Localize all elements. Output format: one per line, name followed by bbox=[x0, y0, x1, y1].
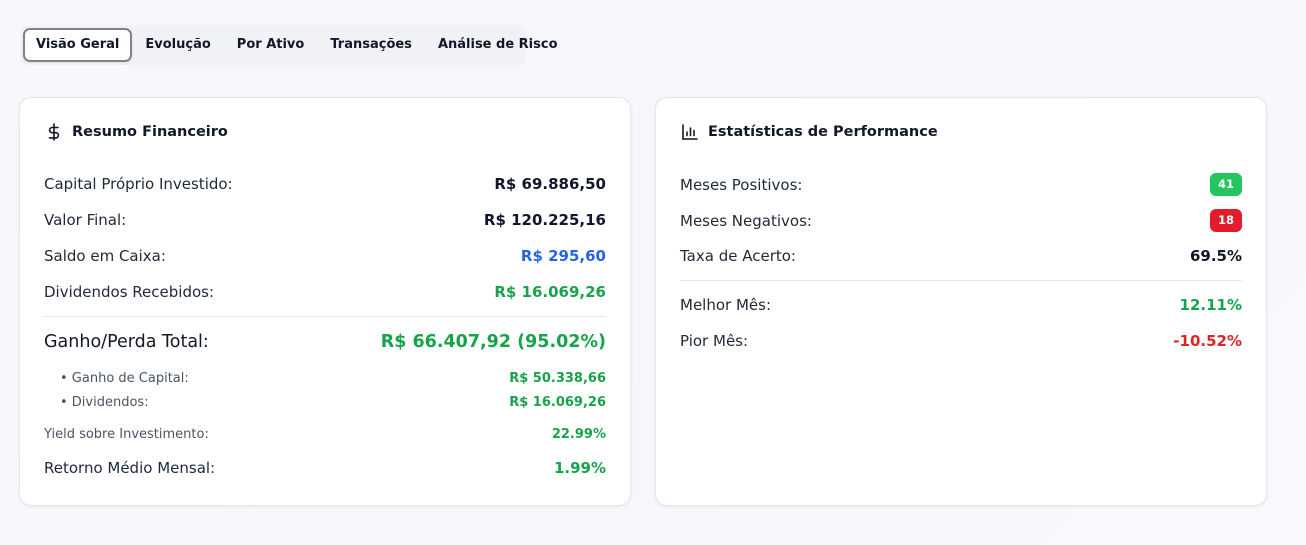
ganho-total-row: Ganho/Perda Total: R$ 66.407,92 (95.02%) bbox=[44, 332, 606, 352]
tab-por-ativo[interactable]: Por Ativo bbox=[224, 28, 318, 62]
melhor-mes-value: 12.11% bbox=[1179, 296, 1242, 314]
sub-dividendos-value: R$ 16.069,26 bbox=[509, 395, 606, 410]
yield-label: Yield sobre Investimento: bbox=[44, 427, 209, 442]
valor-final-row: Valor Final: R$ 120.225,16 bbox=[44, 211, 606, 229]
yield-row: Yield sobre Investimento: 22.99% bbox=[44, 427, 606, 442]
taxa-acerto-value: 69.5% bbox=[1189, 247, 1242, 265]
pior-mes-label: Pior Mês: bbox=[680, 332, 749, 350]
capital-label: Capital Próprio Investido: bbox=[44, 175, 233, 193]
resumo-financeiro-card: Resumo Financeiro Capital Próprio Invest… bbox=[19, 97, 631, 506]
dollar-icon bbox=[44, 122, 64, 142]
tab-evolucao[interactable]: Evolução bbox=[132, 28, 223, 62]
tab-visao-geral[interactable]: Visão Geral bbox=[23, 28, 133, 62]
meses-positivos-row: Meses Positivos: 41 bbox=[680, 173, 1242, 196]
ganho-capital-row: • Ganho de Capital: R$ 50.338,66 bbox=[44, 371, 606, 386]
card-title: Resumo Financeiro bbox=[72, 124, 228, 140]
tab-analise-de-risco[interactable]: Análise de Risco bbox=[425, 28, 571, 62]
dividendos-label: Dividendos Recebidos: bbox=[44, 283, 215, 301]
ganho-total-label: Ganho/Perda Total: bbox=[44, 332, 209, 352]
capital-row: Capital Próprio Investido: R$ 69.886,50 bbox=[44, 175, 606, 193]
dividendos-value: R$ 16.069,26 bbox=[494, 283, 606, 301]
retorno-value: 1.99% bbox=[553, 459, 606, 477]
estatisticas-header: Estatísticas de Performance bbox=[680, 122, 938, 142]
valor-final-value: R$ 120.225,16 bbox=[483, 211, 606, 229]
taxa-acerto-label: Taxa de Acerto: bbox=[680, 247, 796, 265]
meses-positivos-label: Meses Positivos: bbox=[680, 175, 803, 194]
sub-dividendos-label: • Dividendos: bbox=[60, 395, 149, 410]
pior-mes-value: -10.52% bbox=[1173, 332, 1242, 350]
retorno-row: Retorno Médio Mensal: 1.99% bbox=[44, 459, 606, 477]
saldo-value: R$ 295,60 bbox=[520, 247, 606, 265]
divider bbox=[680, 280, 1242, 281]
melhor-mes-label: Melhor Mês: bbox=[680, 296, 771, 314]
pior-mes-row: Pior Mês: -10.52% bbox=[680, 332, 1242, 350]
sub-dividendos-row: • Dividendos: R$ 16.069,26 bbox=[44, 395, 606, 410]
divider bbox=[44, 316, 606, 317]
capital-value: R$ 69.886,50 bbox=[494, 175, 606, 193]
ganho-total-value: R$ 66.407,92 (95.02%) bbox=[380, 332, 606, 352]
tab-transacoes[interactable]: Transações bbox=[317, 28, 425, 62]
melhor-mes-row: Melhor Mês: 12.11% bbox=[680, 296, 1242, 314]
saldo-row: Saldo em Caixa: R$ 295,60 bbox=[44, 247, 606, 265]
valor-final-label: Valor Final: bbox=[44, 211, 127, 229]
saldo-label: Saldo em Caixa: bbox=[44, 247, 166, 265]
meses-negativos-row: Meses Negativos: 18 bbox=[680, 209, 1242, 232]
ganho-capital-value: R$ 50.338,66 bbox=[509, 371, 606, 386]
tab-bar: Visão Geral Evolução Por Ativo Transaçõe… bbox=[20, 25, 558, 65]
resumo-financeiro-header: Resumo Financeiro bbox=[44, 122, 228, 142]
meses-negativos-label: Meses Negativos: bbox=[680, 211, 812, 230]
meses-negativos-badge: 18 bbox=[1210, 209, 1242, 232]
card-title: Estatísticas de Performance bbox=[708, 124, 938, 140]
dividendos-row: Dividendos Recebidos: R$ 16.069,26 bbox=[44, 283, 606, 301]
estatisticas-card: Estatísticas de Performance Meses Positi… bbox=[655, 97, 1267, 506]
meses-positivos-badge: 41 bbox=[1210, 173, 1242, 196]
yield-value: 22.99% bbox=[551, 427, 606, 442]
bar-chart-icon bbox=[680, 122, 700, 142]
taxa-acerto-row: Taxa de Acerto: 69.5% bbox=[680, 247, 1242, 265]
ganho-capital-label: • Ganho de Capital: bbox=[60, 371, 189, 386]
retorno-label: Retorno Médio Mensal: bbox=[44, 459, 216, 477]
